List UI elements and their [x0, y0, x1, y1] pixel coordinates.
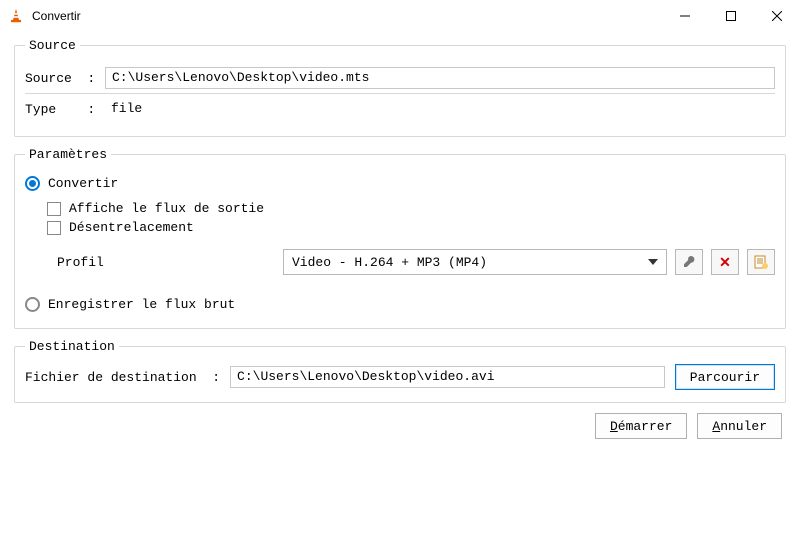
cancel-button[interactable]: Annuler [697, 413, 782, 439]
type-label: Type : [25, 102, 105, 117]
params-group: Paramètres Convertir Affiche le flux de … [14, 147, 786, 329]
source-input[interactable]: C:\Users\Lenovo\Desktop\video.mts [105, 67, 775, 89]
new-profile-button[interactable] [747, 249, 775, 275]
delete-profile-button[interactable]: ✕ [711, 249, 739, 275]
dest-file-input[interactable]: C:\Users\Lenovo\Desktop\video.avi [230, 366, 665, 388]
dest-file-label: Fichier de destination : [25, 370, 220, 385]
browse-button-label: Parcourir [690, 370, 760, 385]
radio-off-icon [25, 297, 40, 312]
type-value: file [105, 98, 775, 120]
destination-legend: Destination [25, 339, 119, 354]
profile-select[interactable]: Video - H.264 + MP3 (MP4) [283, 249, 667, 275]
raw-radio[interactable]: Enregistrer le flux brut [25, 297, 235, 312]
chevron-down-icon [648, 259, 658, 265]
source-legend: Source [25, 38, 80, 53]
wrench-icon [682, 255, 696, 269]
titlebar: Convertir [0, 0, 800, 32]
x-icon: ✕ [719, 254, 731, 271]
deinterlace-checkbox[interactable]: Désentrelacement [47, 220, 194, 235]
destination-group: Destination Fichier de destination : C:\… [14, 339, 786, 403]
profile-value: Video - H.264 + MP3 (MP4) [292, 255, 487, 270]
start-button[interactable]: Démarrer [595, 413, 687, 439]
content-area: Source Source : C:\Users\Lenovo\Desktop\… [0, 32, 800, 449]
window-title: Convertir [32, 9, 662, 23]
maximize-button[interactable] [708, 0, 754, 32]
raw-radio-label: Enregistrer le flux brut [48, 297, 235, 312]
show-output-label: Affiche le flux de sortie [69, 201, 264, 216]
edit-profile-button[interactable] [675, 249, 703, 275]
source-group: Source Source : C:\Users\Lenovo\Desktop\… [14, 38, 786, 137]
source-label: Source : [25, 71, 105, 86]
profile-label: Profil [25, 255, 275, 270]
radio-on-icon [25, 176, 40, 191]
minimize-button[interactable] [662, 0, 708, 32]
deinterlace-label: Désentrelacement [69, 220, 194, 235]
convert-radio-label: Convertir [48, 176, 118, 191]
divider [25, 93, 775, 94]
vlc-icon [8, 8, 24, 24]
start-button-label: Démarrer [610, 419, 672, 434]
convert-radio[interactable]: Convertir [25, 176, 118, 191]
dialog-footer: Démarrer Annuler [14, 413, 786, 439]
checkbox-icon [47, 202, 61, 216]
new-file-icon [754, 255, 768, 269]
close-button[interactable] [754, 0, 800, 32]
checkbox-icon [47, 221, 61, 235]
show-output-checkbox[interactable]: Affiche le flux de sortie [47, 201, 264, 216]
params-legend: Paramètres [25, 147, 111, 162]
cancel-button-label: Annuler [712, 419, 767, 434]
browse-button[interactable]: Parcourir [675, 364, 775, 390]
